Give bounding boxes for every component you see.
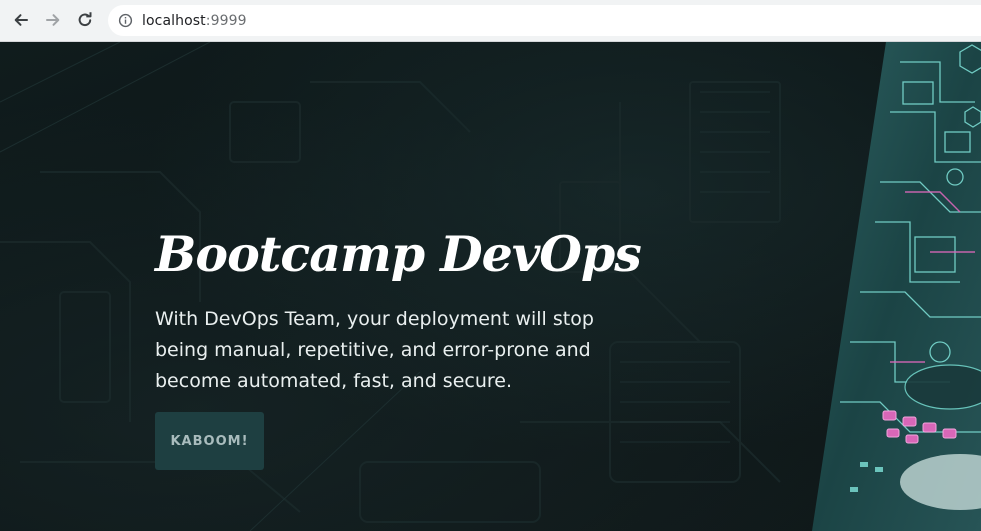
browser-toolbar: localhost:9999 bbox=[0, 0, 981, 42]
hero-section: Bootcamp DevOps With DevOps Team, your d… bbox=[0, 42, 981, 531]
url-host: localhost bbox=[142, 12, 206, 29]
hero-content: Bootcamp DevOps With DevOps Team, your d… bbox=[155, 225, 642, 397]
info-icon bbox=[118, 13, 132, 28]
forward-button[interactable] bbox=[40, 7, 66, 33]
site-info-button[interactable] bbox=[108, 13, 142, 28]
hero-title: Bootcamp DevOps bbox=[155, 225, 642, 283]
back-arrow-icon bbox=[14, 14, 28, 26]
url-text[interactable]: localhost:9999 bbox=[142, 13, 247, 29]
back-button[interactable] bbox=[8, 7, 34, 33]
address-bar[interactable]: localhost:9999 bbox=[108, 5, 981, 36]
url-port: :9999 bbox=[205, 12, 247, 29]
reload-button[interactable] bbox=[72, 7, 98, 33]
kaboom-button[interactable]: KABOOM! bbox=[155, 412, 264, 470]
reload-icon bbox=[78, 12, 92, 27]
forward-arrow-icon bbox=[46, 14, 60, 26]
hero-description: With DevOps Team, your deployment will s… bbox=[155, 307, 594, 392]
